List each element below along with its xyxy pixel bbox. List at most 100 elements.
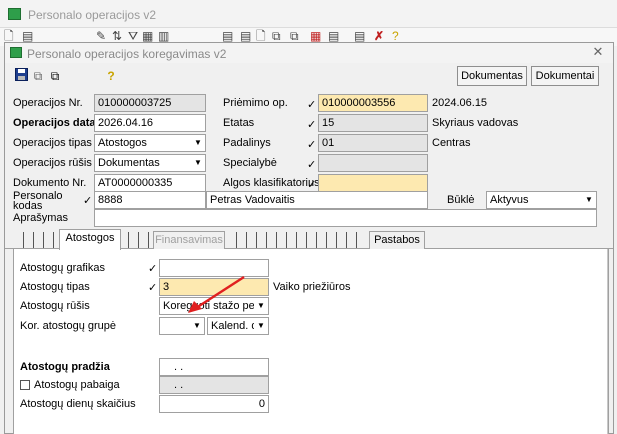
atostogu-pabaiga-label: Atostogų pabaiga: [34, 379, 120, 391]
tab-stub[interactable]: [138, 232, 139, 248]
chevron-down-icon[interactable]: ▼: [191, 135, 205, 151]
copy-icon[interactable]: ⧉: [47, 68, 63, 84]
padalinys-label: Padalinys: [223, 137, 271, 149]
kalendorines-dienos-select[interactable]: Kalend. d. ▼: [207, 317, 269, 335]
check-icon: ✓: [307, 179, 317, 191]
tab-stub[interactable]: [356, 232, 357, 248]
atostogu-pabaiga-checkbox[interactable]: [20, 380, 30, 390]
bukle-select[interactable]: Aktyvus ▼: [486, 191, 597, 209]
dokumentai-button[interactable]: Dokumentai: [531, 66, 599, 86]
check-icon: ✓: [307, 99, 317, 111]
dokumento-nr-field[interactable]: AT0000000335: [94, 174, 206, 192]
tab-stub[interactable]: [336, 232, 337, 248]
operacijos-nr-label: Operacijos Nr.: [13, 97, 83, 109]
specialybe-label: Specialybė: [223, 157, 277, 169]
kor-atostogu-grupe-select[interactable]: ▼: [159, 317, 205, 335]
tab-strip: Atostogos Finansavimas Pastabos: [5, 229, 613, 250]
tab-stub[interactable]: [43, 232, 44, 248]
employee-name-field: Petras Vadovaitis: [206, 191, 428, 209]
tab-stub[interactable]: [33, 232, 34, 248]
app-icon: [10, 47, 22, 58]
specialybe-field: [318, 154, 428, 172]
padalinys-field: 01: [318, 134, 428, 152]
check-icon: ✓: [83, 195, 93, 207]
tab-stub[interactable]: [128, 232, 129, 248]
tab-stub[interactable]: [306, 232, 307, 248]
bukle-label: Būklė: [447, 194, 475, 206]
priemimo-op-label: Priėmimo op.: [223, 97, 288, 109]
operacijos-rusis-label: Operacijos rūšis: [13, 157, 92, 169]
check-icon: ✓: [307, 139, 317, 151]
annotation-arrow: [188, 275, 245, 313]
aprasymas-field[interactable]: [94, 209, 597, 227]
operation-edit-dialog: Personalo operacijos koregavimas v2 ✕ ⧉ …: [4, 42, 614, 434]
annotation-arrow-shaft: [195, 275, 245, 310]
dokumento-nr-label: Dokumento Nr.: [13, 177, 87, 189]
operacijos-data-label: Operacijos data: [13, 117, 96, 129]
atostogu-pradzia-label: Atostogų pradžia: [20, 361, 110, 373]
operacijos-tipas-label: Operacijos tipas: [13, 137, 92, 149]
algos-klasifikatorius-label: Algos klasifikatorius: [223, 177, 320, 189]
etatas-label: Etatas: [223, 117, 255, 129]
panel-edge: [607, 249, 608, 434]
tab-stub[interactable]: [276, 232, 277, 248]
operacijos-tipas-value: Atostogos: [98, 137, 147, 149]
tab-stub[interactable]: [53, 232, 54, 248]
tab-finansavimas[interactable]: Finansavimas: [153, 231, 225, 249]
check-icon: ✓: [307, 119, 317, 131]
algos-klasifikatorius-field[interactable]: [318, 174, 428, 192]
personalo-kodas-label-line2: kodas: [13, 200, 43, 212]
chevron-down-icon[interactable]: ▼: [191, 155, 205, 171]
padalinys-description: Centras: [432, 137, 471, 149]
tab-stub[interactable]: [296, 232, 297, 248]
atostogos-panel: Atostogų grafikas ✓ Atostogų tipas ✓ 3 V…: [13, 249, 609, 434]
atostogu-grafikas-label: Atostogų grafikas: [20, 262, 105, 274]
check-icon: ✓: [148, 282, 158, 294]
chevron-down-icon[interactable]: ▼: [582, 192, 596, 208]
operacijos-data-field[interactable]: 2026.04.16: [94, 114, 206, 132]
tab-stub[interactable]: [346, 232, 347, 248]
atostogu-tipas-label: Atostogų tipas: [20, 281, 90, 293]
tab-stub[interactable]: [148, 232, 149, 248]
tab-stub[interactable]: [246, 232, 247, 248]
personalo-kodas-field[interactable]: 8888: [94, 191, 206, 209]
bukle-value: Aktyvus: [490, 194, 529, 206]
save-icon[interactable]: [13, 68, 29, 84]
priemimo-op-field[interactable]: 010000003556: [318, 94, 428, 112]
close-icon[interactable]: ✕: [587, 44, 609, 60]
operacijos-rusis-select[interactable]: Dokumentas ▼: [94, 154, 206, 172]
tab-stub[interactable]: [266, 232, 267, 248]
dokumentas-button[interactable]: Dokumentas: [457, 66, 527, 86]
check-icon: ✓: [307, 159, 317, 171]
tab-stub[interactable]: [316, 232, 317, 248]
atostogu-pradzia-field[interactable]: . .: [159, 358, 269, 376]
operacijos-tipas-select[interactable]: Atostogos ▼: [94, 134, 206, 152]
check-icon: ✓: [148, 263, 158, 275]
chevron-down-icon[interactable]: ▼: [254, 298, 268, 314]
tab-stub[interactable]: [23, 232, 24, 248]
app-icon: [8, 8, 21, 20]
toolbar-icon[interactable]: ⧉: [30, 68, 46, 84]
dialog-titlebar: Personalo operacijos koregavimas v2 ✕: [5, 43, 613, 63]
chevron-down-icon[interactable]: ▼: [254, 318, 268, 334]
dialog-title: Personalo operacijos koregavimas v2: [27, 47, 227, 61]
atostogu-tipas-description: Vaiko priežiūros: [273, 281, 351, 293]
chevron-down-icon[interactable]: ▼: [190, 318, 204, 334]
tab-stub[interactable]: [236, 232, 237, 248]
tab-stub[interactable]: [256, 232, 257, 248]
priemimo-op-date: 2024.06.15: [432, 97, 488, 109]
tab-stub[interactable]: [326, 232, 327, 248]
annotation-arrow-head: [188, 301, 202, 313]
tab-atostogos[interactable]: Atostogos: [59, 229, 121, 250]
atostogu-pabaiga-field: . .: [159, 376, 269, 394]
operacijos-nr-field: 010000003725: [94, 94, 206, 112]
aprasymas-label: Aprašymas: [13, 212, 69, 224]
tab-stub[interactable]: [286, 232, 287, 248]
dialog-toolbar: ⧉ ⧉ ? Dokumentas Dokumentai: [5, 63, 613, 89]
etatas-description: Skyriaus vadovas: [432, 117, 519, 129]
outer-window-titlebar: Personalo operacijos v2: [0, 0, 617, 28]
help-icon[interactable]: ?: [103, 68, 119, 84]
outer-window-title: Personalo operacijos v2: [28, 8, 157, 22]
tab-pastabos[interactable]: Pastabos: [369, 231, 425, 249]
atostogu-dienu-skaicius-field[interactable]: 0: [159, 395, 269, 413]
